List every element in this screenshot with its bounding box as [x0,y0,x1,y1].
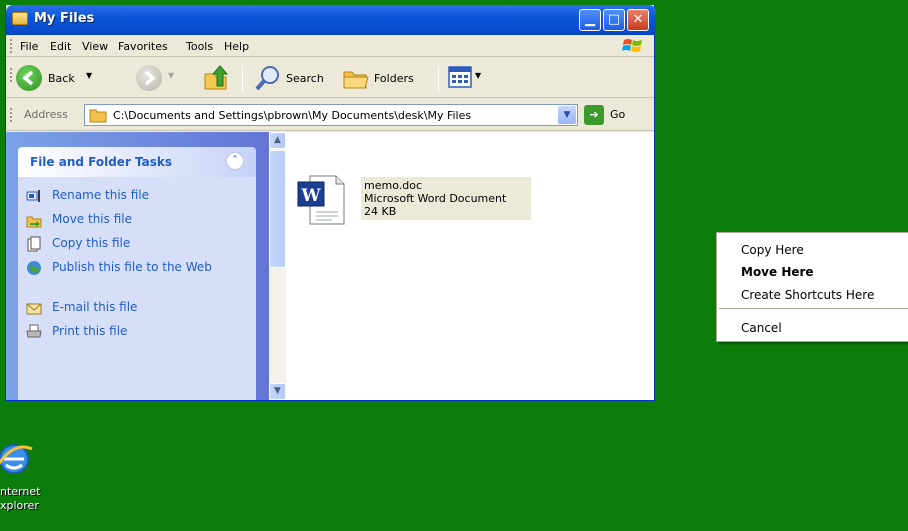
scroll-thumb[interactable] [269,150,286,268]
standard-toolbar: Back ▼ ▼ Search Folders ▼ [6,58,654,98]
search-label: Search [286,72,324,85]
forward-button[interactable]: ▼ [136,64,180,92]
task-publish-web[interactable]: Publish this file to the Web [26,260,251,290]
maximize-icon: □ [607,12,621,27]
collapse-icon[interactable]: ˄ [226,152,244,170]
task-label: E-mail this file [52,300,138,314]
views-icon [448,66,472,88]
ctx-create-shortcuts-here[interactable]: Create Shortcuts Here [741,288,874,302]
views-button[interactable]: ▼ [448,66,488,90]
menu-separator [719,308,908,309]
minimize-icon: ▁ [585,12,595,27]
publish-web-icon [27,261,41,275]
scroll-up-icon[interactable]: ▲ [269,132,286,149]
desktop-label-line1: nternet [0,485,41,498]
task-label: Publish this file to the Web [52,260,212,274]
windows-logo-icon [622,39,642,52]
copy-icon [27,236,41,252]
folder-icon [12,12,28,25]
task-pane: File and Folder Tasks ˄ Rename this file… [6,132,269,400]
rename-icon [26,190,40,202]
desktop-icon-label: nternet xplorer [0,485,40,513]
back-dropdown-icon[interactable]: ▼ [86,71,92,80]
toolbar-grip [10,68,12,82]
task-label: Move this file [52,212,132,226]
task-label: Print this file [52,324,128,338]
close-icon: ✕ [632,12,644,27]
email-icon [26,303,42,315]
maximize-button[interactable]: □ [603,9,625,31]
file-folder-tasks-header[interactable]: File and Folder Tasks ˄ [18,147,256,177]
search-icon [255,66,279,91]
title-bar[interactable]: My Files ▁ □ ✕ [6,5,656,35]
desktop-label-line2: xplorer [0,499,39,512]
menu-bar: File Edit View Favorites Tools Help [6,35,654,57]
ctx-cancel[interactable]: Cancel [741,321,782,335]
menu-tools[interactable]: Tools [186,40,213,53]
back-button[interactable]: Back ▼ [16,64,126,92]
desktop-icon-internet-explorer[interactable]: nternet xplorer [0,437,60,517]
forward-arrow-icon [136,65,162,91]
file-size: 24 KB [364,205,397,218]
close-button[interactable]: ✕ [627,9,649,31]
address-dropdown-icon[interactable]: ▼ [558,106,576,124]
address-bar: Address C:\Documents and Settings\pbrown… [6,99,654,131]
toolbar-separator [242,66,243,92]
task-label: Copy this file [52,236,131,250]
menu-help[interactable]: Help [224,40,249,53]
svg-text:W: W [300,186,321,206]
menu-edit[interactable]: Edit [50,40,71,53]
menu-favorites[interactable]: Favorites [118,40,168,53]
menu-view[interactable]: View [82,40,108,53]
explorer-window: My Files ▁ □ ✕ File Edit View Favorites … [5,5,656,401]
task-panel-title: File and Folder Tasks [30,155,173,169]
word-document-icon: W [297,175,345,225]
file-memo-doc[interactable]: W memo.doc Microsoft Word Document 24 KB [296,174,531,226]
folders-icon [343,71,369,89]
folders-button[interactable]: Folders [342,64,428,92]
print-icon [26,324,42,338]
file-type: Microsoft Word Document [364,192,507,205]
internet-explorer-icon [0,444,33,474]
file-list-area[interactable]: W memo.doc Microsoft Word Document 24 KB [286,132,654,400]
up-folder-icon[interactable] [202,64,230,92]
back-label: Back [48,72,75,85]
vertical-scrollbar[interactable]: ▲ ▼ [269,132,286,400]
task-label: Rename this file [52,188,150,202]
drag-context-menu: Copy Here Move Here Create Shortcuts Her… [716,232,908,342]
minimize-button[interactable]: ▁ [579,9,601,31]
views-dropdown-icon: ▼ [475,71,482,80]
menu-grip [10,39,12,53]
search-button[interactable]: Search [254,64,332,92]
back-arrow-icon [16,65,42,91]
scroll-down-icon[interactable]: ▼ [269,383,286,400]
file-name: memo.doc [364,179,422,192]
toolbar-separator [438,66,439,92]
window-title: My Files [34,11,95,26]
folders-label: Folders [374,72,414,85]
go-arrow-icon[interactable]: ➔ [584,105,604,125]
move-icon [26,216,42,228]
task-panel-body: Rename this file Move this file Copy thi… [18,177,256,400]
address-input[interactable]: C:\Documents and Settings\pbrown\My Docu… [84,104,578,126]
file-details: memo.doc Microsoft Word Document 24 KB [361,177,531,220]
ctx-move-here[interactable]: Move Here [741,265,814,279]
address-label: Address [24,108,68,121]
address-value: C:\Documents and Settings\pbrown\My Docu… [113,109,472,122]
address-grip [10,108,12,122]
go-label[interactable]: Go [610,108,625,121]
menu-file[interactable]: File [20,40,38,53]
forward-dropdown-icon: ▼ [168,71,175,80]
ctx-copy-here[interactable]: Copy Here [741,243,804,257]
folder-icon [89,109,107,123]
